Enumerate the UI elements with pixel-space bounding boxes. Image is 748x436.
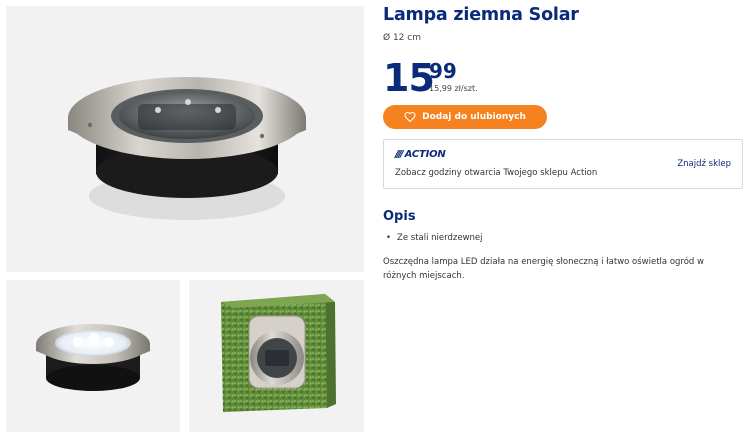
description-bullet: Ze stali nierdzewnej — [386, 233, 483, 243]
packaging-image — [221, 294, 336, 412]
price-decimal: 99 — [429, 59, 457, 83]
product-thumbnail-lit[interactable] — [6, 280, 180, 432]
logo-slashes-icon: //// — [395, 149, 403, 160]
description-text: Oszczędna lampa LED działa na energię sł… — [383, 257, 704, 281]
store-info-box: //// ACTION Zobacz godziny otwarcia Twoj… — [383, 139, 743, 189]
solar-lamp-image — [68, 77, 306, 220]
price-integer: 15 — [383, 56, 435, 100]
product-main-image[interactable] — [6, 6, 364, 272]
unit-price: 15,99 zł/szt. — [429, 84, 478, 93]
find-store-link[interactable]: Znajdź sklep — [677, 159, 731, 169]
description-bullets: Ze stali nierdzewnej — [386, 233, 483, 243]
add-to-favorites-button[interactable]: Dodaj do ulubionych — [383, 105, 547, 129]
description-heading: Opis — [383, 209, 416, 224]
add-to-favorites-label: Dodaj do ulubionych — [422, 112, 526, 122]
heart-icon — [404, 111, 416, 123]
solar-lamp-lit-image — [36, 324, 150, 391]
action-logo-text: ACTION — [404, 149, 446, 160]
product-size: Ø 12 cm — [383, 33, 421, 43]
product-title: Lampa ziemna Solar — [383, 5, 579, 25]
store-hours-text: Zobacz godziny otwarcia Twojego sklepu A… — [395, 168, 598, 178]
action-logo: //// ACTION — [395, 149, 446, 160]
product-thumbnail-packaging[interactable] — [189, 280, 364, 432]
